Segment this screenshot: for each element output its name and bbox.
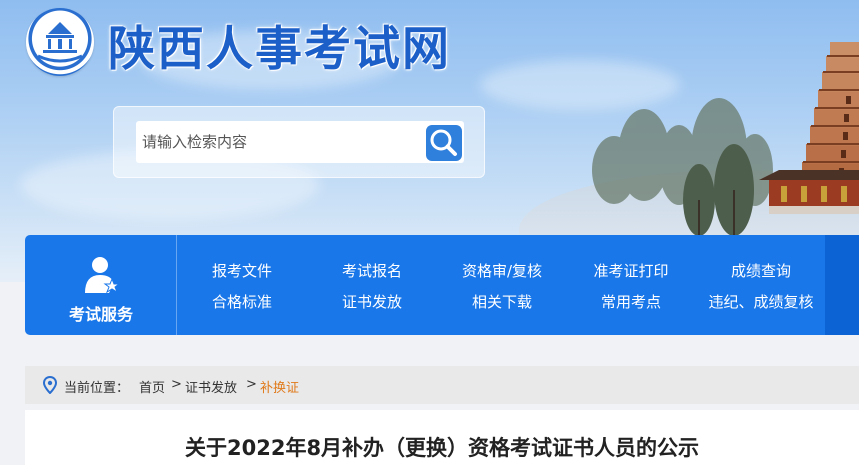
nav-item-certificate-issue[interactable]: 证书发放 (342, 291, 402, 312)
article-panel: 关于2022年8月补办（更换）资格考试证书人员的公示 (25, 410, 859, 465)
search-input[interactable] (136, 121, 422, 163)
nav-edge (825, 235, 859, 335)
breadcrumb-separator: > (246, 377, 257, 392)
breadcrumb-current[interactable]: 补换证 (260, 377, 299, 396)
breadcrumb-separator: > (171, 377, 182, 392)
logo[interactable] (26, 8, 94, 76)
breadcrumb: 当前位置： 首页 > 证书发放 > 补换证 (25, 366, 859, 404)
nav-item-exam-registration[interactable]: 考试报名 (342, 260, 402, 281)
tower-emblem-icon (37, 22, 83, 63)
nav-item-qualification-review[interactable]: 资格审/复核 (462, 260, 542, 281)
nav-item-pass-standard[interactable]: 合格标准 (212, 291, 272, 312)
site-title: 陕西人事考试网 (108, 22, 451, 77)
breadcrumb-home[interactable]: 首页 (139, 377, 165, 396)
exam-service-label: 考试服务 (68, 305, 133, 324)
nav-item-downloads[interactable]: 相关下载 (472, 291, 532, 312)
search-button[interactable] (422, 121, 464, 163)
nav-item-exam-sites[interactable]: 常用考点 (601, 291, 661, 312)
nav-item-violation-review[interactable]: 违纪、成绩复核 (708, 291, 813, 312)
breadcrumb-prefix: 当前位置： (64, 381, 130, 396)
nav-item-admission-ticket[interactable]: 准考证打印 (593, 260, 668, 281)
breadcrumb-section[interactable]: 证书发放 (185, 377, 237, 396)
location-pin-icon (43, 376, 57, 394)
nav-item-application-docs[interactable]: 报考文件 (212, 260, 272, 281)
nav-item-score-query[interactable]: 成绩查询 (731, 260, 791, 281)
user-star-icon (85, 257, 119, 294)
article-title: 关于2022年8月补办（更换）资格考试证书人员的公示 (185, 436, 700, 460)
exam-service-section[interactable]: 考试服务 (25, 235, 177, 335)
main-nav: 考试服务 报考文件 考试报名 资格审/复核 准考证打印 成绩查询 合格标准 证书… (25, 235, 859, 335)
search-icon (430, 129, 457, 156)
